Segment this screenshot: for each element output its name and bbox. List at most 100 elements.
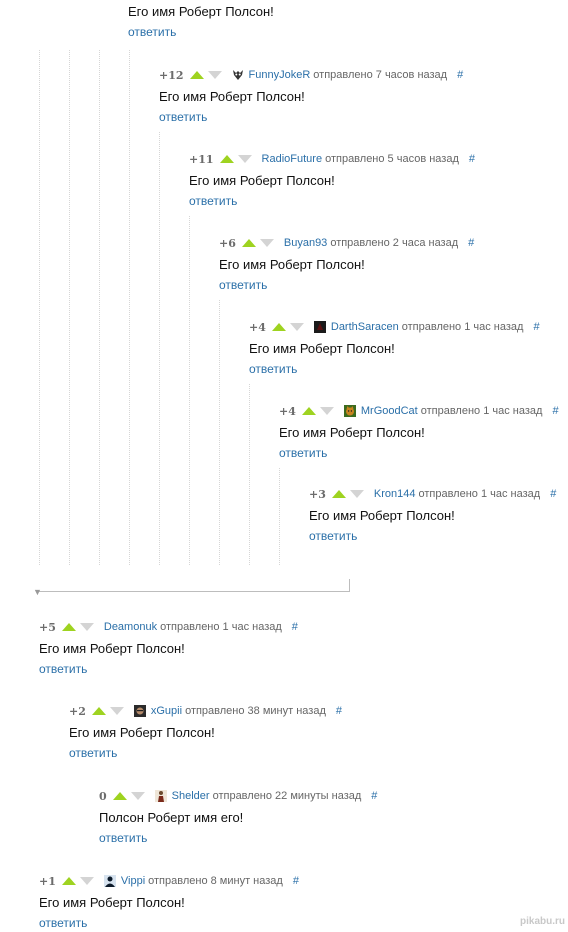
username-link[interactable]: Buyan93 <box>284 237 327 249</box>
arrow-down-icon: ▼ <box>33 587 42 597</box>
comment-text: Его имя Роберт Полсон! <box>249 341 395 356</box>
upvote-icon[interactable] <box>112 792 127 800</box>
comment-text: Его имя Роберт Полсон! <box>279 425 425 440</box>
thread-line <box>99 50 100 565</box>
face-avatar-icon[interactable] <box>133 705 146 717</box>
thread-line <box>129 50 130 565</box>
comment-text: Его имя Роберт Полсон! <box>309 508 455 523</box>
timestamp: отправлено 7 часов назад <box>313 69 448 81</box>
permalink-link[interactable]: # <box>336 705 342 717</box>
comment: 0 Shelder отправлено 22 минуты назад # П… <box>99 788 377 847</box>
dark-avatar-icon[interactable] <box>313 321 326 333</box>
username-link[interactable]: Kron144 <box>374 488 416 500</box>
upvote-icon[interactable] <box>331 490 346 498</box>
reply-link[interactable]: ответить <box>279 446 327 460</box>
comment: +11 RadioFuture отправлено 5 часов назад… <box>189 151 475 210</box>
rating-value: +6 <box>219 236 236 250</box>
upvote-icon[interactable] <box>91 707 106 715</box>
comment: +4 MrGoodCat отправлено 1 час назад # Ег… <box>279 403 559 462</box>
upvote-icon[interactable] <box>301 407 316 415</box>
username-link[interactable]: Shelder <box>172 790 210 802</box>
comment: +3 Kron144 отправлено 1 час назад # Его … <box>309 486 556 545</box>
collapse-thread-line[interactable] <box>37 579 350 592</box>
username-link[interactable]: FunnyJokeR <box>249 69 311 81</box>
permalink-link[interactable]: # <box>292 621 298 633</box>
comment-meta: +6 Buyan93 отправлено 2 часа назад # <box>219 235 474 251</box>
reply-link[interactable]: ответить <box>189 194 237 208</box>
permalink-link[interactable]: # <box>533 321 539 333</box>
comment-meta: +5 Deamonuk отправлено 1 час назад # <box>39 619 298 635</box>
timestamp: отправлено 1 час назад <box>401 321 524 333</box>
username-link[interactable]: DarthSaracen <box>331 321 399 333</box>
downvote-icon[interactable] <box>349 490 364 498</box>
reply-link[interactable]: ответить <box>128 25 176 39</box>
timestamp: отправлено 8 минут назад <box>148 875 283 887</box>
comment-text: Его имя Роберт Полсон! <box>189 173 335 188</box>
permalink-link[interactable]: # <box>293 875 299 887</box>
comment-text: Его имя Роберт Полсон! <box>128 4 274 19</box>
comment-meta: +4 MrGoodCat отправлено 1 час назад # <box>279 403 559 419</box>
username-link[interactable]: MrGoodCat <box>361 405 418 417</box>
permalink-link[interactable]: # <box>371 790 377 802</box>
downvote-icon[interactable] <box>237 155 252 163</box>
reply-link[interactable]: ответить <box>39 662 87 676</box>
thread-line <box>69 50 70 565</box>
comment-meta: +2 xGupii отправлено 38 минут назад # <box>69 703 342 719</box>
timestamp: отправлено 1 час назад <box>420 405 543 417</box>
comment: +5 Deamonuk отправлено 1 час назад # Его… <box>39 619 298 678</box>
downvote-icon[interactable] <box>259 239 274 247</box>
timestamp: отправлено 5 часов назад <box>325 153 459 165</box>
watermark: pikabu.ru <box>520 916 566 927</box>
comment-meta: 0 Shelder отправлено 22 минуты назад # <box>99 788 377 804</box>
comment-text: Его имя Роберт Полсон! <box>39 895 185 910</box>
downvote-icon[interactable] <box>79 877 94 885</box>
permalink-link[interactable]: # <box>457 69 463 81</box>
figure-avatar-icon[interactable] <box>154 790 167 802</box>
comment-meta: +12 FunnyJokeR отправлено 7 часов назад … <box>159 67 463 83</box>
downvote-icon[interactable] <box>207 71 222 79</box>
upvote-icon[interactable] <box>271 323 286 331</box>
mask-avatar-icon[interactable] <box>232 69 244 81</box>
cat-avatar-icon[interactable] <box>343 405 356 417</box>
downvote-icon[interactable] <box>319 407 334 415</box>
reply-link[interactable]: ответить <box>219 278 267 292</box>
downvote-icon[interactable] <box>109 707 124 715</box>
reply-link[interactable]: ответить <box>159 110 207 124</box>
upvote-icon[interactable] <box>61 877 76 885</box>
comment: +4 DarthSaracen отправлено 1 час назад #… <box>249 319 540 378</box>
downvote-icon[interactable] <box>79 623 94 631</box>
timestamp: отправлено 1 час назад <box>418 488 541 500</box>
upvote-icon[interactable] <box>189 71 204 79</box>
reply-link[interactable]: ответить <box>309 529 357 543</box>
upvote-icon[interactable] <box>241 239 256 247</box>
username-link[interactable]: RadioFuture <box>262 153 323 165</box>
thread-line <box>279 468 280 565</box>
comment-meta: +3 Kron144 отправлено 1 час назад # <box>309 486 556 502</box>
reply-link[interactable]: ответить <box>39 916 87 930</box>
timestamp: отправлено 22 минуты назад <box>212 790 362 802</box>
permalink-link[interactable]: # <box>550 488 556 500</box>
reply-link[interactable]: ответить <box>69 746 117 760</box>
upvote-icon[interactable] <box>61 623 76 631</box>
downvote-icon[interactable] <box>289 323 304 331</box>
permalink-link[interactable]: # <box>469 153 475 165</box>
username-link[interactable]: Vippi <box>121 875 145 887</box>
rating-value: 0 <box>99 789 107 803</box>
comment-text: Его имя Роберт Полсон! <box>69 725 215 740</box>
timestamp: отправлено 1 час назад <box>160 621 282 633</box>
username-link[interactable]: Deamonuk <box>104 621 157 633</box>
rating-value: +3 <box>309 487 326 501</box>
rating-value: +1 <box>39 874 56 888</box>
comment: +2 xGupii отправлено 38 минут назад # Ег… <box>69 703 342 762</box>
reply-link[interactable]: ответить <box>249 362 297 376</box>
downvote-icon[interactable] <box>130 792 145 800</box>
permalink-link[interactable]: # <box>468 237 474 249</box>
comment: +1 Vippi отправлено 8 минут назад # Его … <box>39 873 299 932</box>
rating-value: +12 <box>159 68 184 82</box>
comment-meta: +1 Vippi отправлено 8 минут назад # <box>39 873 299 889</box>
username-link[interactable]: xGupii <box>151 705 182 717</box>
upvote-icon[interactable] <box>219 155 234 163</box>
reply-link[interactable]: ответить <box>99 831 147 845</box>
silhouette-avatar-icon[interactable] <box>103 875 116 887</box>
permalink-link[interactable]: # <box>552 405 558 417</box>
